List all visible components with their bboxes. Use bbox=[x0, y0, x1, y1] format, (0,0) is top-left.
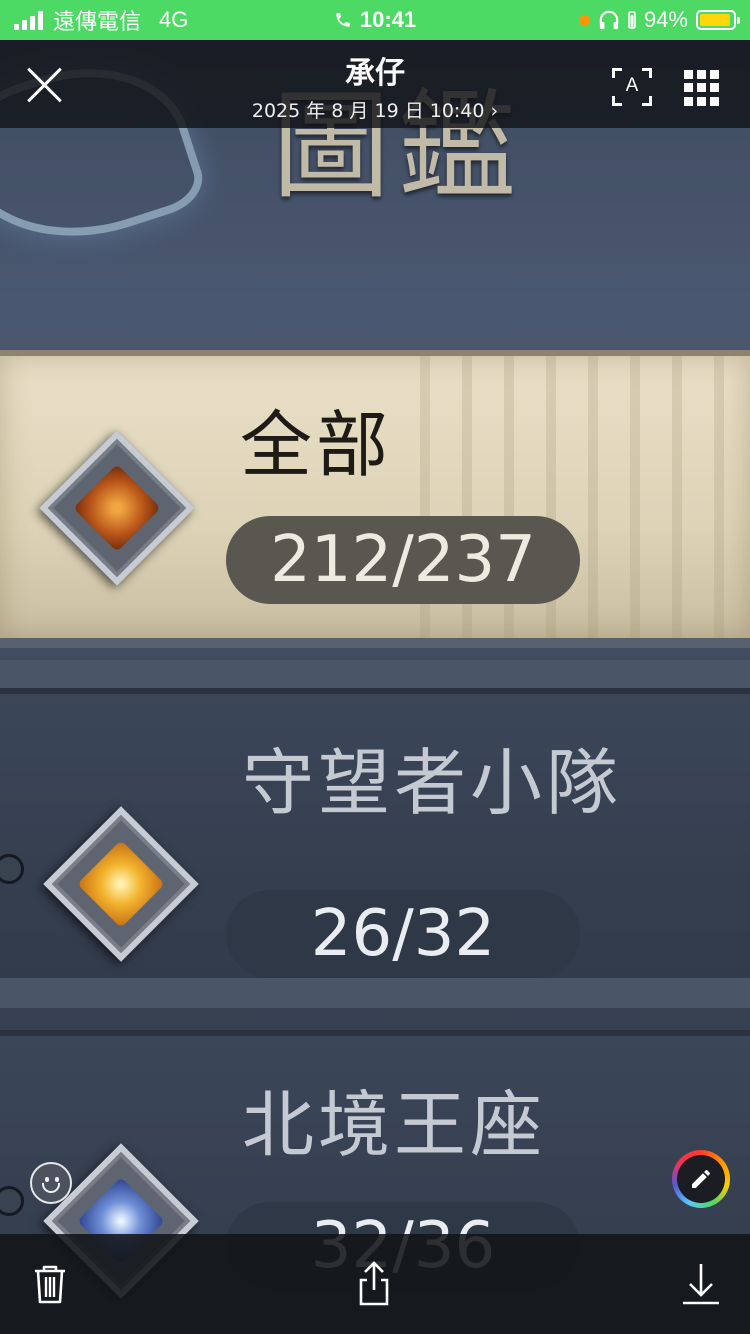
share-button[interactable] bbox=[350, 1260, 398, 1308]
trash-button[interactable] bbox=[26, 1260, 74, 1308]
side-dot bbox=[0, 854, 24, 884]
row-divider bbox=[0, 660, 750, 690]
mic-indicator-icon bbox=[578, 14, 590, 26]
photo-view[interactable]: 圖鑑 全部 212/237 守望者小隊 26/32 北境王座 32/36 bbox=[0, 40, 750, 1334]
download-button[interactable] bbox=[677, 1260, 725, 1308]
phone-icon bbox=[336, 13, 350, 27]
battery-icon bbox=[696, 10, 740, 30]
trash-icon bbox=[35, 1265, 65, 1304]
category-row-all: 全部 212/237 bbox=[0, 350, 750, 648]
side-dot bbox=[0, 1186, 24, 1216]
category-name: 守望者小隊 bbox=[242, 741, 623, 825]
text-recognition-button[interactable]: A bbox=[612, 68, 652, 106]
row-divider bbox=[0, 978, 750, 1008]
headphones-icon bbox=[599, 10, 619, 30]
status-right: 94% bbox=[578, 0, 740, 40]
status-bar: 遠傳電信 4G 10:41 94% bbox=[0, 0, 750, 40]
text-scan-letter: A bbox=[625, 75, 639, 96]
gold-flower-icon bbox=[43, 806, 199, 962]
category-count: 26/32 bbox=[226, 890, 580, 978]
clock: 10:41 bbox=[359, 7, 417, 32]
battery-fill bbox=[700, 14, 731, 26]
download-icon bbox=[683, 1264, 719, 1305]
edit-button[interactable] bbox=[672, 1150, 730, 1208]
battery-small-icon bbox=[628, 11, 636, 29]
grid-menu-icon[interactable] bbox=[684, 70, 720, 106]
battery-percent: 94% bbox=[643, 7, 688, 32]
category-name: 北境王座 bbox=[242, 1083, 547, 1167]
amber-gem-icon bbox=[39, 430, 195, 586]
emoji-reaction-button[interactable] bbox=[30, 1162, 72, 1204]
category-count: 212/237 bbox=[226, 516, 580, 604]
category-name: 全部 bbox=[240, 403, 393, 487]
share-icon bbox=[359, 1261, 389, 1306]
pencil-icon bbox=[692, 1170, 710, 1188]
viewer-bottom-bar bbox=[0, 1234, 750, 1334]
viewer-top-bar: 承仔 2025 年 8 月 19 日 10:40 › A bbox=[0, 40, 750, 128]
category-row-watchers: 守望者小隊 26/32 bbox=[0, 688, 750, 978]
